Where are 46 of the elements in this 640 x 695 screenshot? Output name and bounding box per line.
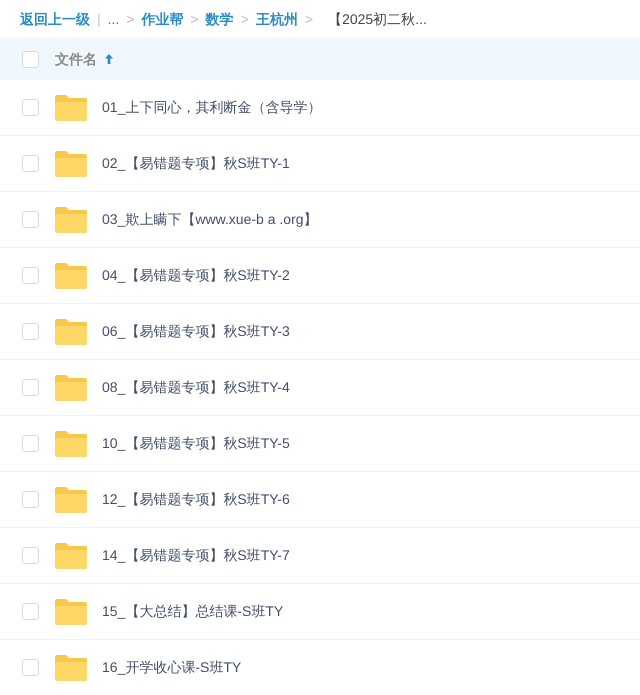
folder-icon — [54, 318, 88, 346]
file-name: 12_【易错题专项】秋S班TY-6 — [102, 490, 290, 509]
folder-icon — [54, 150, 88, 178]
file-name: 04_【易错题专项】秋S班TY-2 — [102, 266, 290, 285]
breadcrumb-divider: | — [97, 10, 101, 29]
breadcrumb-ellipsis[interactable]: ... — [108, 8, 120, 30]
checkbox[interactable] — [22, 491, 39, 508]
breadcrumb-separator: > — [240, 10, 249, 28]
folder-icon — [54, 94, 88, 122]
file-name: 02_【易错题专项】秋S班TY-1 — [102, 154, 290, 173]
file-name: 06_【易错题专项】秋S班TY-3 — [102, 322, 290, 341]
file-name: 01_上下同心，其利断金（含导学） — [102, 98, 322, 117]
file-name: 16_开学收心课-S班TY — [102, 658, 242, 677]
folder-icon — [54, 206, 88, 234]
breadcrumb-current: 【2025初二秋... — [328, 10, 427, 28]
folder-icon — [54, 374, 88, 402]
checkbox[interactable] — [22, 211, 39, 228]
checkbox[interactable] — [22, 659, 39, 676]
up-arrow-icon[interactable] — [104, 53, 114, 65]
file-name: 08_【易错题专项】秋S班TY-4 — [102, 378, 290, 397]
folder-icon — [54, 262, 88, 290]
checkbox[interactable] — [22, 547, 39, 564]
breadcrumb-separator: > — [304, 10, 314, 28]
folder-icon — [54, 430, 88, 458]
checkbox[interactable] — [22, 603, 39, 620]
breadcrumb-separator: > — [190, 10, 199, 28]
folder-icon — [54, 654, 88, 682]
file-name: 14_【易错题专项】秋S班TY-7 — [102, 546, 290, 565]
checkbox[interactable] — [22, 379, 39, 396]
checkbox[interactable] — [22, 99, 39, 116]
breadcrumb-link[interactable]: 数学 — [206, 8, 234, 30]
file-name: 03_欺上瞒下【www.xue-b a .org】 — [102, 210, 318, 229]
breadcrumb-link[interactable]: 返回上一级 — [20, 8, 90, 30]
breadcrumb-link[interactable]: 王杭州 — [256, 8, 298, 30]
breadcrumb-link[interactable]: 作业帮 — [142, 8, 184, 30]
checkbox[interactable] — [22, 435, 39, 452]
folder-icon — [54, 598, 88, 626]
checkbox[interactable] — [22, 155, 39, 172]
breadcrumb-separator: > — [126, 10, 134, 28]
checkbox[interactable] — [22, 50, 39, 68]
file-name: 10_【易错题专项】秋S班TY-5 — [102, 434, 290, 453]
checkbox[interactable] — [22, 267, 39, 284]
folder-icon — [54, 486, 88, 514]
folder-icon — [54, 542, 88, 570]
checkbox[interactable] — [22, 323, 39, 340]
file-name: 15_【大总结】总结课-S班TY — [102, 602, 284, 621]
